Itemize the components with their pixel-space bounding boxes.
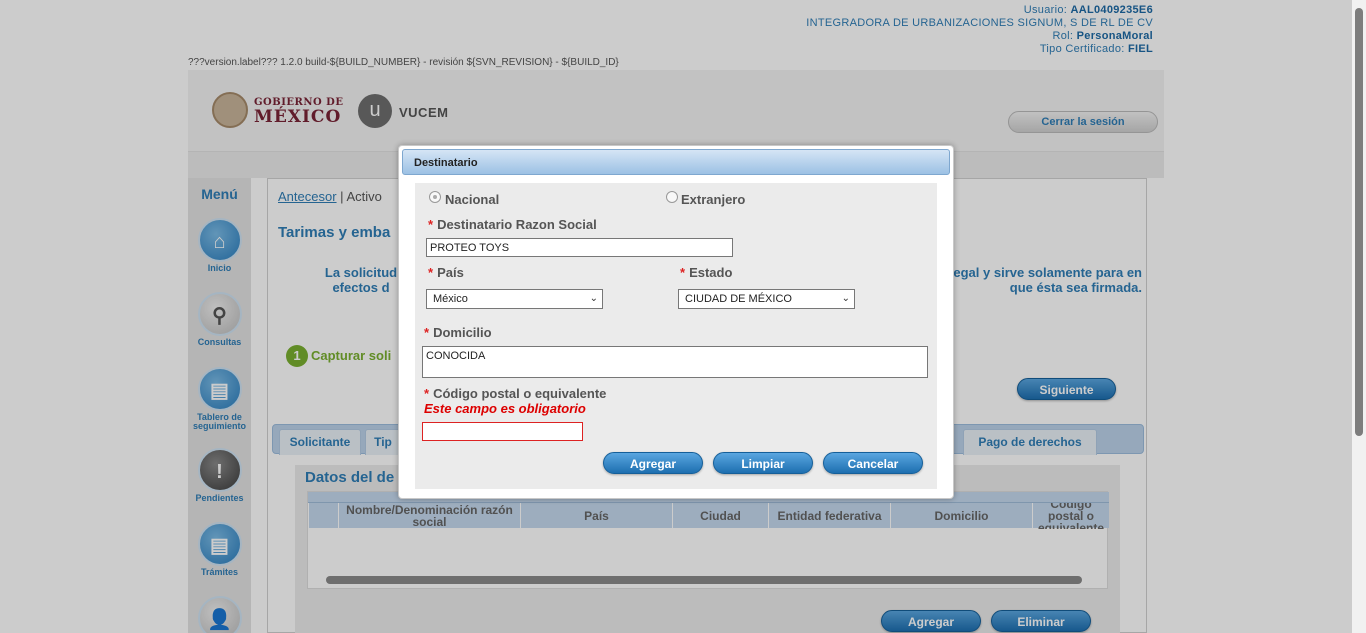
- domicilio-label: * Domicilio: [424, 325, 492, 340]
- radio-nacional[interactable]: [429, 191, 441, 203]
- pais-select[interactable]: México ⌄: [426, 289, 603, 309]
- chevron-down-icon: ⌄: [589, 293, 598, 304]
- codigo-postal-error: Este campo es obligatorio: [424, 401, 586, 416]
- dialog-body: Nacional Extranjero * Destinatario Razon …: [415, 183, 937, 489]
- dialog-cancel-button[interactable]: Cancelar: [823, 452, 923, 474]
- domicilio-textarea[interactable]: CONOCIDA: [422, 346, 928, 378]
- required-mark: *: [428, 217, 434, 232]
- codigo-postal-text: Código postal o equivalente: [433, 386, 607, 401]
- pais-label: * País: [428, 265, 464, 280]
- required-mark: *: [680, 265, 686, 280]
- dialog-clear-button[interactable]: Limpiar: [713, 452, 813, 474]
- pais-text: País: [437, 265, 464, 280]
- estado-label: * Estado: [680, 265, 732, 280]
- estado-select[interactable]: CIUDAD DE MÉXICO ⌄: [678, 289, 855, 309]
- dialog-title: Destinatario: [402, 149, 950, 175]
- radio-extranjero[interactable]: [666, 191, 678, 203]
- domicilio-text: Domicilio: [433, 325, 492, 340]
- page-scrollbar-thumb[interactable]: [1355, 8, 1363, 436]
- required-mark: *: [428, 265, 434, 280]
- radio-nacional-label: Nacional: [445, 192, 500, 207]
- required-mark: *: [424, 325, 430, 340]
- estado-selected: CIUDAD DE MÉXICO: [685, 293, 792, 305]
- estado-text: Estado: [689, 265, 733, 280]
- required-mark: *: [424, 386, 430, 401]
- dialog-add-button[interactable]: Agregar: [603, 452, 703, 474]
- pais-selected: México: [433, 293, 468, 305]
- codigo-postal-input[interactable]: [422, 422, 583, 441]
- razon-social-input[interactable]: PROTEO TOYS: [426, 238, 733, 257]
- razon-social-label: * Destinatario Razon Social: [428, 217, 597, 232]
- codigo-postal-label: * Código postal o equivalente: [424, 386, 606, 401]
- chevron-down-icon: ⌄: [841, 293, 850, 304]
- radio-extranjero-label: Extranjero: [681, 192, 746, 207]
- destinatario-dialog: Destinatario Nacional Extranjero * Destin…: [398, 145, 954, 499]
- razon-social-text: Destinatario Razon Social: [437, 217, 597, 232]
- page-scrollbar[interactable]: [1352, 0, 1366, 633]
